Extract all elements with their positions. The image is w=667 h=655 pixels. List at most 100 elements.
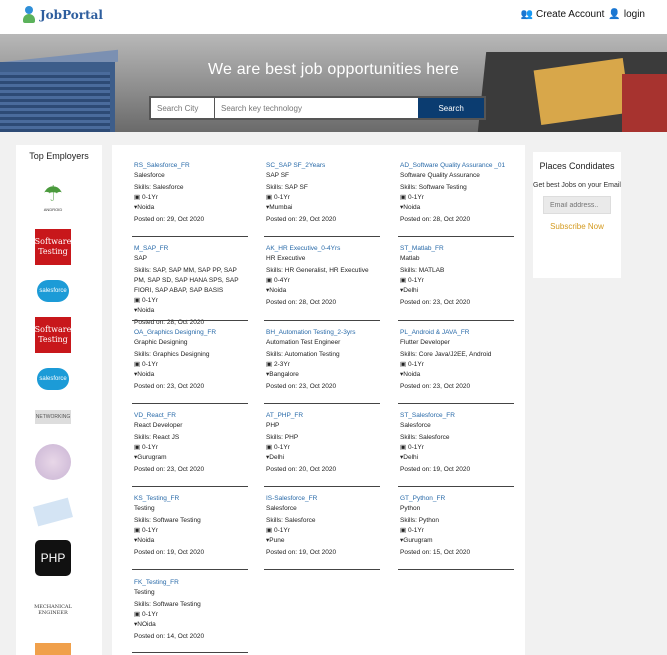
job-divider [132,486,248,487]
job-card[interactable]: AD_Software Quality Assurance _01 Softwar… [400,161,514,225]
salesforce-logo[interactable]: salesforce [35,361,71,397]
job-skills: Skills: Software Testing [134,517,201,524]
briefcase-icon: ▣ [400,194,407,201]
job-posted-date: Posted on: 23, Oct 2020 [266,383,337,390]
job-title-link[interactable]: BH_Automation Testing_2-3yrs [266,328,380,338]
briefcase-icon: ▣ [134,444,141,451]
android-logo[interactable]: ☂ ANDROID [35,178,71,214]
job-posted-date: Posted on: 19, Oct 2020 [266,549,337,556]
job-experience: ▣ 0-1Yr [134,611,158,618]
job-title-link[interactable]: M_SAP_FR [134,244,248,254]
job-title-link[interactable]: AT_PHP_FR [266,411,380,421]
create-account-link[interactable]: 👥 Create Account [521,9,605,20]
job-title-link[interactable]: IS-Salesforce_FR [266,494,380,504]
job-card[interactable]: AT_PHP_FR PHP Skills: PHP ▣ 0-1Yr ▾Delhi Post… [266,411,380,475]
job-experience: ▣ 0-1Yr [400,194,424,201]
job-title-link[interactable]: PL_Android & JAVA_FR [400,328,514,338]
job-card[interactable]: SC_SAP SF_2Years SAP SF Skills: SAP SF ▣ 0-… [266,161,380,225]
job-posted-date: Posted on: 20, Oct 2020 [266,466,337,473]
job-card[interactable]: GT_Python_FR Python Skills: Python ▣ 0-1Yr ▾… [400,494,514,558]
job-title-link[interactable]: AK_HR Executive_0-4Yrs [266,244,380,254]
hero-banner: We are best job opportunities here Searc… [0,34,667,132]
job-card[interactable]: KS_Testing_FR Testing Skills: Software Tes… [134,494,248,558]
job-title-link[interactable]: VD_React_FR [134,411,248,421]
job-title-link[interactable]: OA_Graphics Designing_FR [134,328,248,338]
briefcase-icon: ▣ [134,361,141,368]
job-posted-date: Posted on: 23, Oct 2020 [400,299,471,306]
search-city-input[interactable] [151,98,214,118]
job-location: ▾Noida [134,204,155,211]
job-role: HR Executive [266,255,306,262]
software-testing-logo[interactable]: Software Testing [35,229,71,265]
job-title-link[interactable]: AD_Software Quality Assurance _01 [400,161,514,171]
briefcase-icon: ▣ [400,527,407,534]
job-divider [264,569,380,570]
networking-logo[interactable]: NETWORKING [35,410,71,424]
subscribe-panel: Places Condidates Get best Jobs on your … [533,152,621,278]
job-card[interactable]: PL_Android & JAVA_FR Flutter Developer Ski… [400,328,514,392]
job-card[interactable]: IS-Salesforce_FR Salesforce Skills: Salesf… [266,494,380,558]
job-location: ▾Noida [266,287,287,294]
job-posted-date: Posted on: 29, Oct 2020 [266,216,337,223]
circle-logo[interactable] [35,444,71,480]
job-title-link[interactable]: GT_Python_FR [400,494,514,504]
job-location: ▾Delhi [266,454,285,461]
job-location: ▾Noida [400,371,421,378]
login-link[interactable]: 👤 login [608,9,645,20]
job-title-link[interactable]: FK_Testing_FR [134,578,248,588]
job-card[interactable]: VD_React_FR React Developer Skills: React … [134,411,248,475]
briefcase-icon: ▣ [266,444,273,451]
job-posted-date: Posted on: 14, Oct 2020 [134,633,205,640]
job-title-link[interactable]: SC_SAP SF_2Years [266,161,380,171]
nav-links: 👥 Create Account 👤 login [521,9,645,20]
job-title-link[interactable]: ST_Matlab_FR [400,244,514,254]
subscribe-button[interactable]: Subscribe Now [550,222,604,231]
job-experience: ▣ 0-1Yr [400,527,424,534]
job-location: ▾Noida [134,371,155,378]
job-title-link[interactable]: RS_Salesforce_FR [134,161,248,171]
job-divider [132,403,248,404]
job-card[interactable]: FK_Testing_FR Testing Skills: Software Tes… [134,578,248,642]
job-role: SAP [134,255,148,262]
job-card[interactable]: ST_Matlab_FR Matlab Skills: MATLAB ▣ 0-1Yr ▾… [400,244,514,308]
job-card[interactable]: M_SAP_FR SAP Skills: SAP, SAP MM, SAP PP, … [134,244,248,328]
briefcase-icon: ▣ [400,361,407,368]
software-testing-logo[interactable]: Software Testing [35,317,71,353]
job-posted-date: Posted on: 23, Oct 2020 [134,466,205,473]
job-role: Salesforce [266,505,297,512]
job-role: Flutter Developer [400,339,450,346]
job-role: Testing [134,589,155,596]
search-button[interactable]: Search [418,98,484,118]
job-card[interactable]: ST_Salesforce_FR Salesforce Skills: Salesf… [400,411,514,475]
salesforce-logo[interactable]: salesforce [35,273,71,309]
email-input[interactable] [543,196,611,214]
search-keyword-input[interactable] [215,98,419,118]
job-posted-date: Posted on: 28, Oct 2020 [266,299,337,306]
job-role: Software Quality Assurance [400,172,480,179]
briefcase-icon: ▣ [134,194,141,201]
job-card[interactable]: RS_Salesforce_FR Salesforce Skills: Salesf… [134,161,248,225]
login-label: login [623,9,645,20]
mechanical-engineer-logo[interactable]: MECHANICAL ENGINEER [34,592,72,628]
job-divider [398,236,514,237]
job-card[interactable]: AK_HR Executive_0-4Yrs HR Executive Skills… [266,244,380,308]
job-skills: Skills: Python [400,517,440,524]
job-posted-date: Posted on: 19, Oct 2020 [134,549,205,556]
job-card[interactable]: OA_Graphics Designing_FR Graphic Designin… [134,328,248,392]
job-divider [132,569,248,570]
job-card[interactable]: BH_Automation Testing_2-3yrs Automation T… [266,328,380,392]
php-logo[interactable]: PHP [35,540,71,576]
person-icon [22,6,36,24]
job-skills: Skills: Salesforce [266,517,316,524]
job-posted-date: Posted on: 23, Oct 2020 [134,383,205,390]
blue-logo[interactable] [33,497,73,527]
job-title-link[interactable]: ST_Salesforce_FR [400,411,514,421]
brand-logo[interactable]: JobPortal [22,6,103,24]
briefcase-icon: ▣ [400,277,407,284]
orange-logo[interactable] [35,643,71,655]
user-icon: 👤 [608,9,621,20]
job-experience: ▣ 0-1Yr [134,361,158,368]
job-skills: Skills: React JS [134,434,180,441]
job-role: Salesforce [134,172,165,179]
job-title-link[interactable]: KS_Testing_FR [134,494,248,504]
